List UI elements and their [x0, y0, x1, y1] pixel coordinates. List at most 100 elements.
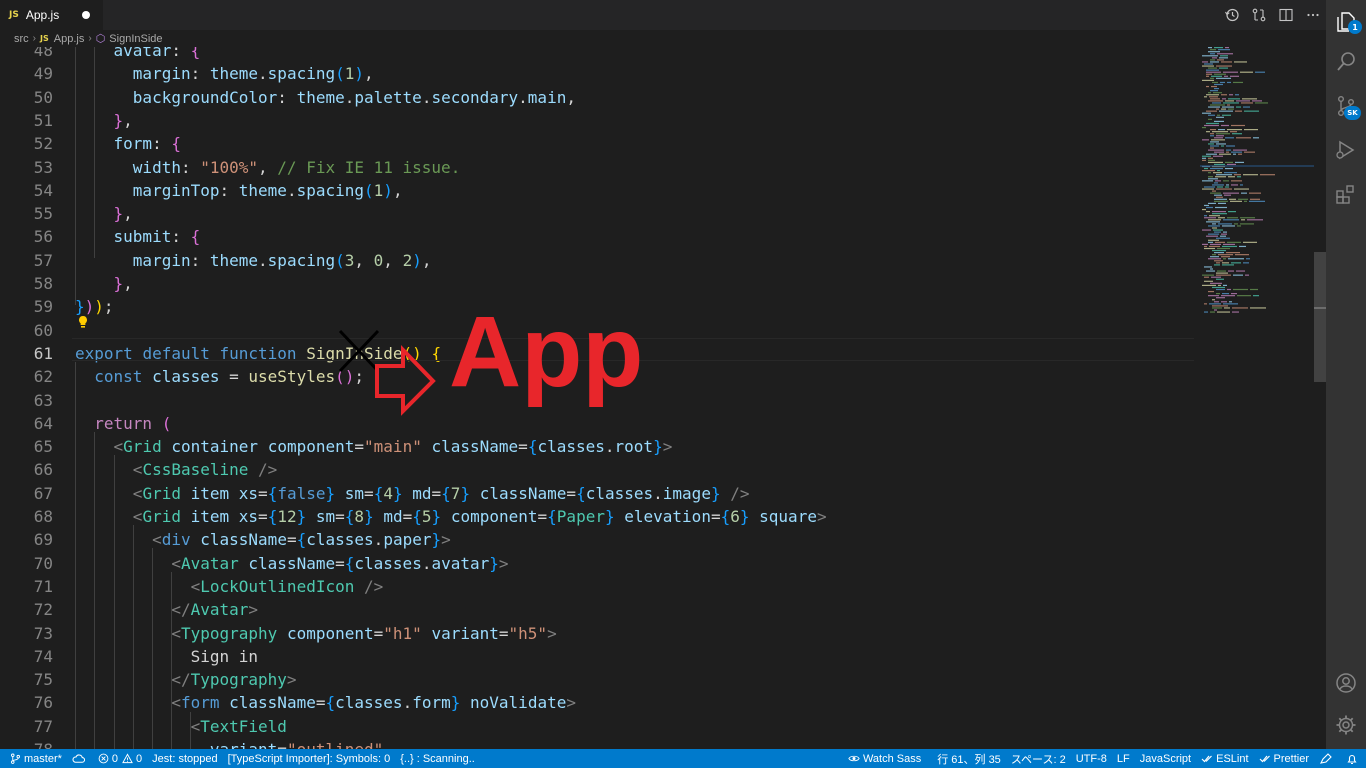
code-token: = [277, 740, 287, 749]
javascript-file-icon: JS [40, 34, 49, 43]
code-token: item [190, 483, 230, 503]
prettier-status[interactable]: Prettier [1254, 749, 1314, 768]
account-icon[interactable] [1326, 661, 1366, 705]
more-actions-icon[interactable] [1299, 0, 1326, 30]
code-line[interactable]: 75 </Typography> [0, 668, 1200, 691]
run-debug-icon[interactable] [1326, 128, 1366, 172]
encoding[interactable]: UTF-8 [1071, 749, 1112, 768]
eslint-status[interactable]: ESLint [1196, 749, 1253, 768]
indentation[interactable]: スペース: 2 [1006, 749, 1071, 768]
scrollbar-thumb[interactable] [1314, 252, 1326, 382]
language-mode[interactable]: JavaScript [1135, 749, 1196, 768]
code-token: < [190, 576, 201, 596]
code-line[interactable]: 70 <Avatar className={classes.avatar}> [0, 552, 1200, 575]
code-line[interactable]: 57 margin: theme.spacing(3, 0, 2), [0, 249, 1200, 272]
code-token: return [94, 413, 162, 433]
code-line[interactable]: 71 <LockOutlinedIcon /> [0, 575, 1200, 598]
git-branch[interactable]: master* [0, 749, 67, 768]
explorer-badge: 1 [1348, 20, 1362, 34]
code-line[interactable]: 76 <form className={classes.form} noVali… [0, 691, 1200, 714]
code-line[interactable]: 54 marginTop: theme.spacing(1), [0, 179, 1200, 202]
code-token: Sign in [190, 646, 259, 666]
code-token: className [229, 693, 316, 713]
vertical-scrollbar[interactable] [1314, 47, 1326, 749]
source-control-icon[interactable]: SK [1326, 84, 1366, 128]
ts-importer-status[interactable]: [TypeScript Importer]: Symbols: 0 [223, 749, 396, 768]
code-token: , [258, 157, 278, 177]
line-number: 73 [33, 623, 53, 643]
code-text: </Typography> [75, 668, 296, 691]
breadcrumb-symbol[interactable]: SignInSide [109, 33, 162, 45]
code-token: classes [537, 437, 605, 457]
line-number: 67 [33, 483, 53, 503]
code-line[interactable]: 69 <div className={classes.paper}> [0, 528, 1200, 551]
files-icon[interactable]: 1 [1326, 0, 1366, 44]
breadcrumb-file[interactable]: App.js [54, 33, 85, 45]
tab-label: App.js [25, 8, 60, 22]
code-token: , [123, 204, 133, 224]
code-line[interactable]: 66 <CssBaseline /> [0, 458, 1200, 481]
code-line[interactable]: 78 variant="outlined" [0, 738, 1200, 749]
notifications-bell-icon[interactable] [1340, 749, 1366, 768]
code-line[interactable]: 63 [0, 389, 1200, 412]
line-number: 75 [33, 670, 53, 690]
code-line[interactable]: 67 <Grid item xs={false} sm={4} md={7} c… [0, 482, 1200, 505]
code-token: elevation [624, 507, 711, 526]
code-token: : [219, 180, 239, 200]
prettier-label: Prettier [1273, 752, 1309, 765]
code-line[interactable]: 48 avatar: { [0, 47, 1200, 62]
code-line[interactable]: 58 }, [0, 272, 1200, 295]
extensions-icon[interactable] [1326, 172, 1366, 216]
split-editor-icon[interactable] [1272, 0, 1299, 30]
unsaved-dot-icon[interactable] [82, 11, 90, 19]
code-token: Avatar [190, 600, 249, 620]
code-token: false [277, 483, 326, 503]
code-line[interactable]: 68 <Grid item xs={12} sm={8} md={5} comp… [0, 505, 1200, 528]
line-number: 68 [33, 507, 53, 526]
code-token: } [431, 530, 442, 550]
jest-status[interactable]: Jest: stopped [147, 749, 222, 768]
code-line[interactable]: 56 submit: { [0, 225, 1200, 248]
timeline-history-icon[interactable] [1218, 0, 1245, 30]
code-token: = [335, 507, 345, 526]
code-token: theme [238, 180, 287, 200]
code-line[interactable]: 50 backgroundColor: theme.palette.second… [0, 86, 1200, 109]
line-number: 52 [33, 134, 53, 154]
tab-app-js[interactable]: JS App.js [0, 0, 103, 30]
code-line[interactable]: 52 form: { [0, 132, 1200, 155]
cursor-position[interactable]: 行 61、列 35 [932, 749, 1006, 768]
sync-button[interactable] [67, 749, 93, 768]
code-line[interactable]: 62 const classes = useStyles(); [0, 365, 1200, 388]
open-changes-icon[interactable] [1245, 0, 1272, 30]
lightbulb-icon[interactable] [77, 314, 89, 333]
end-of-line[interactable]: LF [1112, 749, 1135, 768]
watch-sass-button[interactable]: Watch Sass [843, 749, 926, 768]
settings-gear-icon[interactable] [1326, 703, 1366, 747]
code-line[interactable]: 51 }, [0, 109, 1200, 132]
warning-icon [122, 753, 133, 764]
code-line[interactable]: 77 <TextField [0, 715, 1200, 738]
code-line[interactable]: 73 <Typography component="h1" variant="h… [0, 622, 1200, 645]
minimap[interactable] [1200, 47, 1314, 749]
code-text: <TextField [75, 715, 287, 738]
code-editor[interactable]: 48 avatar: {49 margin: theme.spacing(1),… [0, 47, 1326, 749]
code-token: TextField [200, 716, 287, 736]
code-text: width: "100%", // Fix IE 11 issue. [75, 156, 461, 179]
code-line[interactable]: 49 margin: theme.spacing(1), [0, 62, 1200, 85]
breadcrumb-folder[interactable]: src [14, 33, 29, 45]
code-line[interactable]: 65 <Grid container component="main" clas… [0, 435, 1200, 458]
code-line[interactable]: 59})); [0, 295, 1200, 318]
code-line[interactable]: 64 return ( [0, 412, 1200, 435]
search-icon[interactable] [1326, 40, 1366, 84]
code-line[interactable]: 72 </Avatar> [0, 598, 1200, 621]
scanning-status[interactable]: {..} : Scanning.. [395, 749, 480, 768]
code-line[interactable]: 53 width: "100%", // Fix IE 11 issue. [0, 156, 1200, 179]
code-line[interactable]: 55 }, [0, 202, 1200, 225]
problems-indicator[interactable]: 0 0 [93, 749, 147, 768]
code-token: { [190, 47, 201, 60]
code-line[interactable]: 74 Sign in [0, 645, 1200, 668]
feedback-icon[interactable] [1314, 749, 1340, 768]
current-line-highlight [72, 338, 1194, 361]
